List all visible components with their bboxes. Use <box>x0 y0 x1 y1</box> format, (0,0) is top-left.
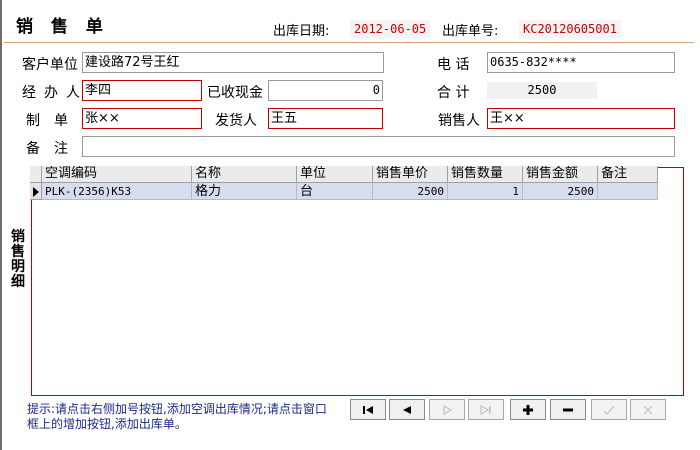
remark-field[interactable] <box>82 136 675 157</box>
seller-label: 销售人 <box>438 113 480 129</box>
shipper-field[interactable]: 王五 <box>268 108 383 129</box>
total-label: 合 计 <box>437 85 470 101</box>
window-left-border <box>0 0 2 450</box>
save-record-button[interactable] <box>591 399 627 420</box>
maker-label: 制单 <box>26 113 82 129</box>
previous-record-icon <box>403 405 411 414</box>
column-header-code[interactable]: 空调编码 <box>42 166 192 183</box>
sales-detail-grid: 空调编码 名称 单位 销售单价 销售数量 销售金额 备注 PLK-(2356)K… <box>30 166 658 200</box>
next-record-icon <box>443 404 453 415</box>
add-record-button[interactable] <box>510 399 546 420</box>
cell-name[interactable]: 格力 <box>192 183 297 200</box>
previous-record-button[interactable] <box>389 399 425 420</box>
cell-quantity[interactable]: 1 <box>448 183 523 200</box>
last-record-button[interactable] <box>468 399 504 420</box>
shipper-label: 发货人 <box>215 113 257 129</box>
column-header-note[interactable]: 备注 <box>598 166 658 183</box>
ship-number-value: KC20120605001 <box>519 20 621 38</box>
column-header-price[interactable]: 销售单价 <box>373 166 448 183</box>
current-row-indicator[interactable] <box>30 183 42 200</box>
ship-number-label: 出库单号: <box>442 24 499 39</box>
grid-header-row: 空调编码 名称 单位 销售单价 销售数量 销售金额 备注 <box>30 166 658 183</box>
sales-order-form: 销 售 单 出库日期: 2012-06-05 出库单号: KC201206050… <box>0 0 700 450</box>
save-check-icon <box>603 405 615 415</box>
add-record-icon <box>523 404 533 415</box>
row-selector-header <box>30 166 42 183</box>
cancel-x-icon <box>643 405 653 414</box>
remark-label: 备注 <box>26 141 82 157</box>
seller-field[interactable]: 王×× <box>487 108 675 129</box>
maker-field[interactable]: 张×× <box>82 108 202 129</box>
hint-text: 提示:请点击右侧加号按钮,添加空调出库情况;请点击窗口框上的增加按钮,添加出库单… <box>27 402 327 431</box>
sales-detail-label: 销售明细 <box>11 229 25 290</box>
cash-received-label: 已收现金 <box>207 85 263 101</box>
page-title: 销 售 单 <box>16 17 109 37</box>
cell-note[interactable] <box>598 183 658 200</box>
last-record-icon <box>480 404 491 415</box>
customer-field[interactable]: 建设路72号王红 <box>82 52 384 73</box>
column-header-amount[interactable]: 销售金额 <box>523 166 598 183</box>
first-record-button[interactable] <box>350 399 386 420</box>
next-record-button[interactable] <box>429 399 465 420</box>
ship-date-value: 2012-06-05 <box>350 20 431 38</box>
delete-record-icon <box>563 408 573 411</box>
row-pointer-icon <box>33 187 39 197</box>
table-row[interactable]: PLK-(2356)K53 格力 台 2500 1 2500 <box>30 183 658 200</box>
cell-unit[interactable]: 台 <box>297 183 373 200</box>
cancel-record-button[interactable] <box>630 399 666 420</box>
header-divider <box>4 42 694 43</box>
handler-field[interactable]: 李四 <box>82 80 202 101</box>
column-header-quantity[interactable]: 销售数量 <box>448 166 523 183</box>
column-header-unit[interactable]: 单位 <box>297 166 373 183</box>
cash-received-field[interactable]: 0 <box>268 80 383 101</box>
first-record-icon <box>363 405 373 414</box>
handler-label: 经办人 <box>22 85 88 101</box>
total-value: 2500 <box>487 82 597 99</box>
sales-detail-frame <box>31 167 684 396</box>
customer-label: 客户单位 <box>22 57 78 73</box>
cell-price[interactable]: 2500 <box>373 183 448 200</box>
delete-record-button[interactable] <box>550 399 586 420</box>
cell-code[interactable]: PLK-(2356)K53 <box>42 183 192 200</box>
phone-field[interactable]: 0635-832**** <box>487 52 675 73</box>
phone-label: 电 话 <box>437 57 470 73</box>
cell-amount[interactable]: 2500 <box>523 183 598 200</box>
column-header-name[interactable]: 名称 <box>192 166 297 183</box>
ship-date-label: 出库日期: <box>273 24 330 39</box>
